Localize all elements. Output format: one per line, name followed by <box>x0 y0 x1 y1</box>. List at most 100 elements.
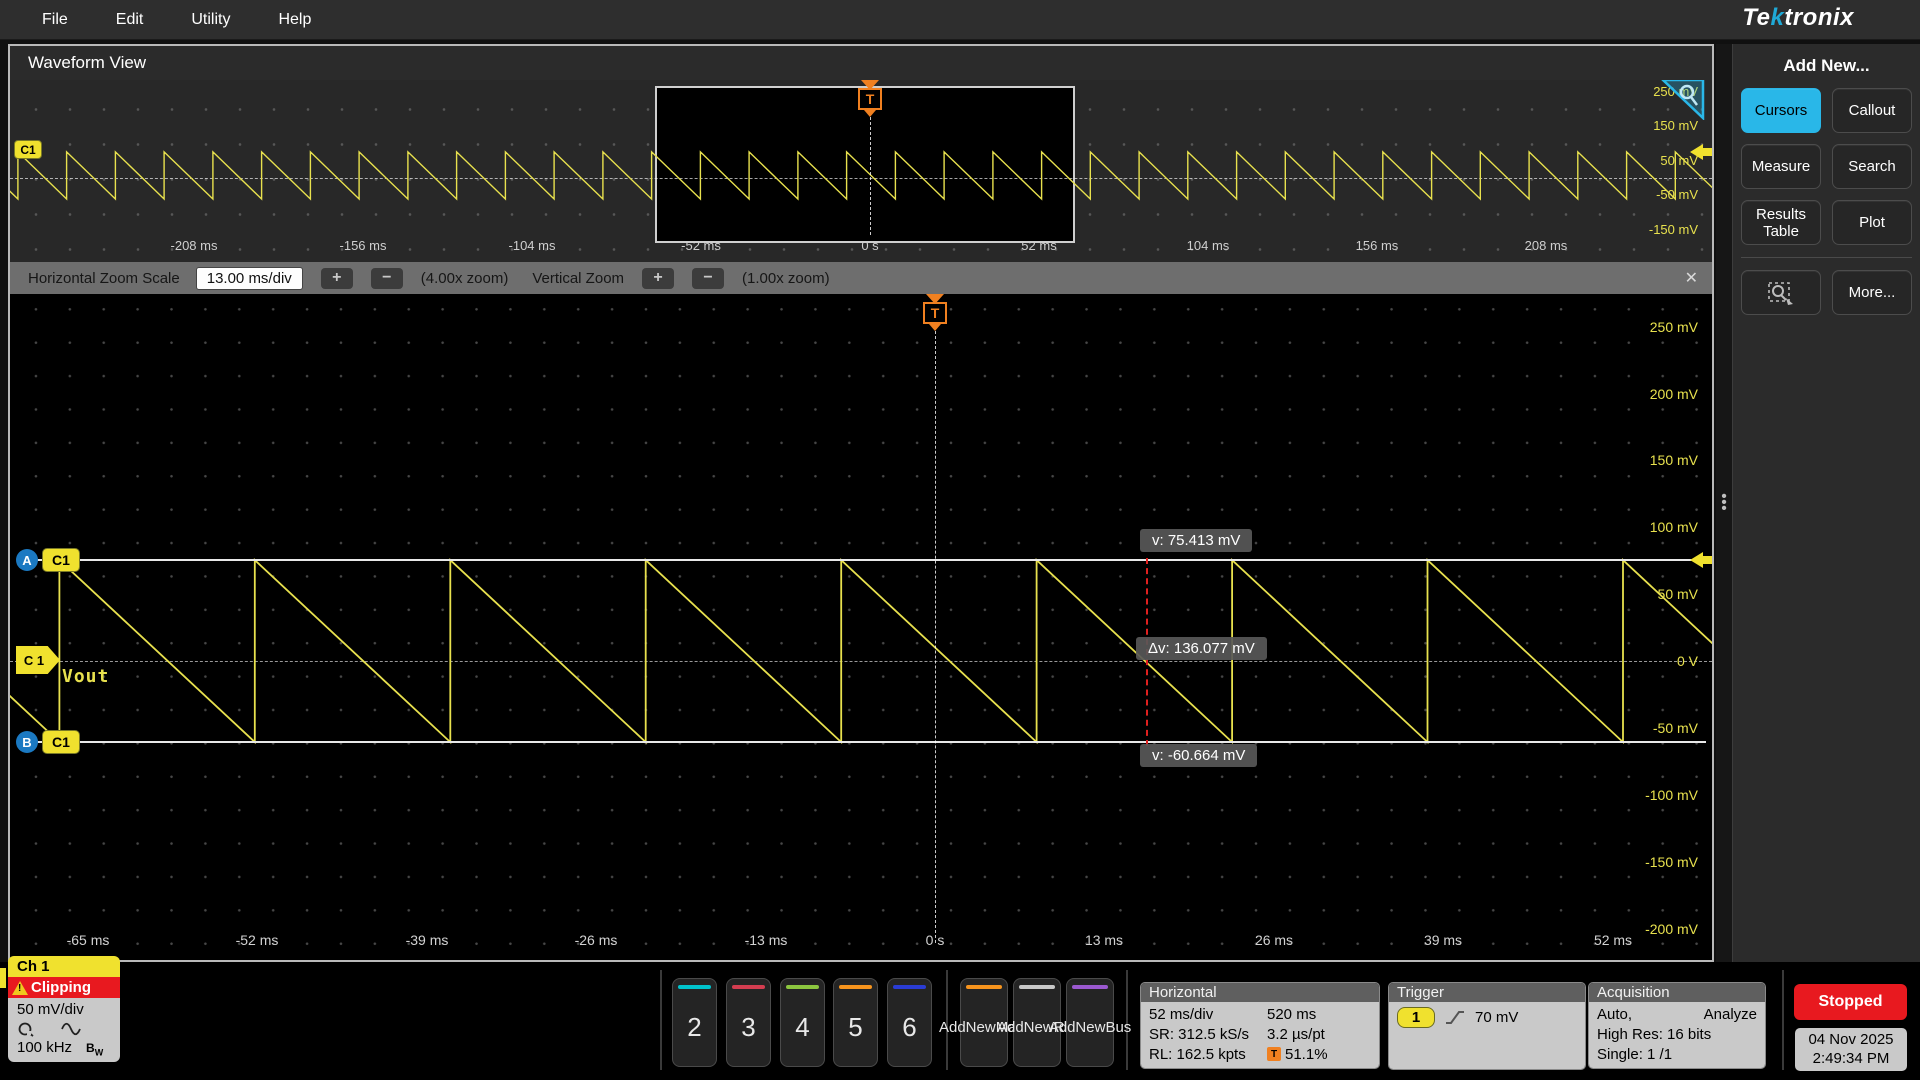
sidebar-button-grid: Cursors Callout Measure Search Results Table… <box>1733 88 1920 245</box>
main-trigger-level-arrow[interactable] <box>1690 552 1712 568</box>
channel-number: 6 <box>902 1012 917 1042</box>
overview-channel-badge[interactable]: C1 <box>14 140 42 159</box>
horizontal-cell: 520 ms <box>1267 1005 1317 1023</box>
acquisition-analyze: Analyze <box>1703 1005 1757 1023</box>
cursor-b-line[interactable] <box>18 741 1706 743</box>
add-new-callout-button[interactable]: Callout <box>1832 88 1912 133</box>
h-zoom-in-button[interactable]: + <box>320 267 353 289</box>
menu-item-utility[interactable]: Utility <box>167 0 254 39</box>
cursor-a-readout: v: 75.413 mV <box>1140 529 1253 552</box>
overview-zoom-tool-icon[interactable] <box>1660 80 1706 125</box>
y-tick-label: 0 V <box>1676 653 1698 669</box>
v-zoom-in-button[interactable]: + <box>642 267 675 289</box>
channel-5-button[interactable]: 5 <box>833 978 878 1067</box>
trigger-title: Trigger <box>1389 983 1585 1002</box>
channel-1-badge[interactable]: Ch 1 ! Clipping 50 mV/div 100 kHz BW <box>8 956 120 1063</box>
channel-1-settings: 50 mV/div 100 kHz BW <box>8 998 120 1063</box>
y-tick-label: -150 mV <box>1645 854 1698 870</box>
panel-divider[interactable]: • • • <box>1716 44 1732 962</box>
trigger-level-arrow-icon <box>1690 552 1703 568</box>
y-tick-label: -150 mV <box>1648 221 1698 237</box>
horizontal-row: RL: 162.5 kpts T 51.1% <box>1149 1044 1371 1064</box>
add-new-cursors-button[interactable]: Cursors <box>1741 88 1821 133</box>
channel-6-button[interactable]: 6 <box>887 978 932 1067</box>
horizontal-panel[interactable]: Horizontal 52 ms/div 520 ms SR: 312.5 kS/s… <box>1140 982 1380 1069</box>
main-trigger-marker[interactable]: T <box>921 294 949 943</box>
x-tick-label: 0 s <box>925 932 945 948</box>
y-tick-label: 100 mV <box>1649 519 1698 535</box>
main-waveform-area[interactable]: T v: 75.413 mV Δv: 136.077 mV v: -60.664… <box>10 294 1712 960</box>
cursor-a-badge[interactable]: A C1 <box>16 548 80 572</box>
bandwidth-limit-icon: BW <box>86 1041 104 1058</box>
x-tick-label: -52 ms <box>235 932 279 948</box>
v-zoom-out-button[interactable]: − <box>692 267 725 289</box>
cursor-b-readout: v: -60.664 mV <box>1140 744 1258 767</box>
warning-icon: ! <box>12 980 28 995</box>
x-tick-label: -13 ms <box>744 932 788 948</box>
run-stop-button[interactable]: Stopped <box>1794 984 1907 1020</box>
trigger-t-icon: T <box>923 302 947 324</box>
tektronix-logo: Tektronix <box>1742 4 1854 31</box>
rising-edge-icon <box>1446 1010 1464 1024</box>
oscilloscope-app: File Edit Utility Help Tektronix Waveform V… <box>0 0 1920 1080</box>
trigger-position-line <box>934 331 936 943</box>
x-tick-label: -65 ms <box>66 932 110 948</box>
trigger-t-tip-icon <box>929 324 941 331</box>
trigger-level-arrow-tail <box>1703 148 1712 156</box>
h-zoom-out-button[interactable]: − <box>370 267 403 289</box>
channel-1-name: Ch 1 <box>8 956 120 977</box>
overview-trigger-marker[interactable]: T <box>856 80 884 235</box>
trigger-position-icon: T <box>1267 1047 1281 1061</box>
horizontal-row: 52 ms/div 520 ms <box>1149 1004 1371 1024</box>
zoom-scale-bar: Horizontal Zoom Scale 13.00 ms/div + − (… <box>10 262 1712 294</box>
close-zoom-icon[interactable]: ✕ <box>1685 268 1698 288</box>
clipping-warning: ! Clipping <box>8 977 120 998</box>
horizontal-values: 52 ms/div 520 ms SR: 312.5 kS/s 3.2 µs/pt RL… <box>1141 1002 1379 1068</box>
overview-trigger-level-arrow[interactable] <box>1690 144 1712 160</box>
y-tick-label: -50 mV <box>1656 186 1698 202</box>
channel-4-button[interactable]: 4 <box>780 978 825 1067</box>
channel-number: 3 <box>741 1012 756 1042</box>
h-zoom-scale-input[interactable]: 13.00 ms/div <box>195 266 303 290</box>
cursor-b-badge[interactable]: B C1 <box>16 730 80 754</box>
horizontal-row: SR: 312.5 kS/s 3.2 µs/pt <box>1149 1024 1371 1044</box>
horizontal-cell: T 51.1% <box>1267 1046 1328 1063</box>
x-tick-label: -39 ms <box>405 932 449 948</box>
zoom-select-button[interactable] <box>1741 270 1821 315</box>
v-zoom-label: Vertical Zoom <box>532 269 625 287</box>
horizontal-cell: RL: 162.5 kpts <box>1149 1045 1246 1063</box>
add-new-bus-button[interactable]: Add New Bus <box>1049 978 1131 1067</box>
cursor-a-line[interactable] <box>18 559 1706 561</box>
x-tick-label: 52 ms <box>1021 238 1057 253</box>
more-button[interactable]: More... <box>1832 270 1912 315</box>
y-tick-label: 150 mV <box>1649 452 1698 468</box>
menu-item-file[interactable]: File <box>18 0 92 39</box>
datetime-display[interactable]: 04 Nov 2025 2:49:34 PM <box>1795 1028 1907 1071</box>
overview-waveform-area[interactable]: T -208 ms -156 ms -104 ms -52 ms 0 s 52 ms 104… <box>10 80 1712 262</box>
add-new-measure-button[interactable]: Measure <box>1741 144 1821 189</box>
acquisition-single: Single: 1 /1 <box>1597 1045 1673 1063</box>
trigger-panel[interactable]: Trigger 1 70 mV <box>1388 982 1586 1070</box>
ac-coupling-icon <box>61 1022 81 1036</box>
menu-item-edit[interactable]: Edit <box>92 0 168 39</box>
sidebar-title: Add New... <box>1783 56 1870 75</box>
channel-3-button[interactable]: 3 <box>726 978 771 1067</box>
x-tick-label: 39 ms <box>1423 932 1463 948</box>
add-new-results-table-button[interactable]: Results Table <box>1741 200 1821 245</box>
v-zoom-factor: (1.00x zoom) <box>742 269 830 287</box>
h-zoom-factor: (4.00x zoom) <box>420 269 509 287</box>
x-tick-label: 52 ms <box>1593 932 1633 948</box>
menu-item-help[interactable]: Help <box>254 0 335 39</box>
add-new-sidebar: Add New... Cursors Callout Measure Search Re… <box>1732 44 1920 962</box>
add-new-plot-button[interactable]: Plot <box>1832 200 1912 245</box>
channel-number: 5 <box>848 1012 863 1042</box>
acquisition-panel[interactable]: Acquisition Auto, Analyze High Res: 16 b… <box>1588 982 1766 1069</box>
horizontal-cell: SR: 312.5 kS/s <box>1149 1025 1250 1043</box>
cursor-b-label: B <box>16 731 38 753</box>
waveform-view-panel: Waveform View T -208 ms -156 ms -104 ms -52… <box>8 44 1714 962</box>
add-new-search-button[interactable]: Search <box>1832 144 1912 189</box>
x-tick-label: 104 ms <box>1186 238 1230 253</box>
x-tick-label: 208 ms <box>1524 238 1568 253</box>
x-tick-label: 0 s <box>861 238 879 253</box>
channel-2-button[interactable]: 2 <box>672 978 717 1067</box>
